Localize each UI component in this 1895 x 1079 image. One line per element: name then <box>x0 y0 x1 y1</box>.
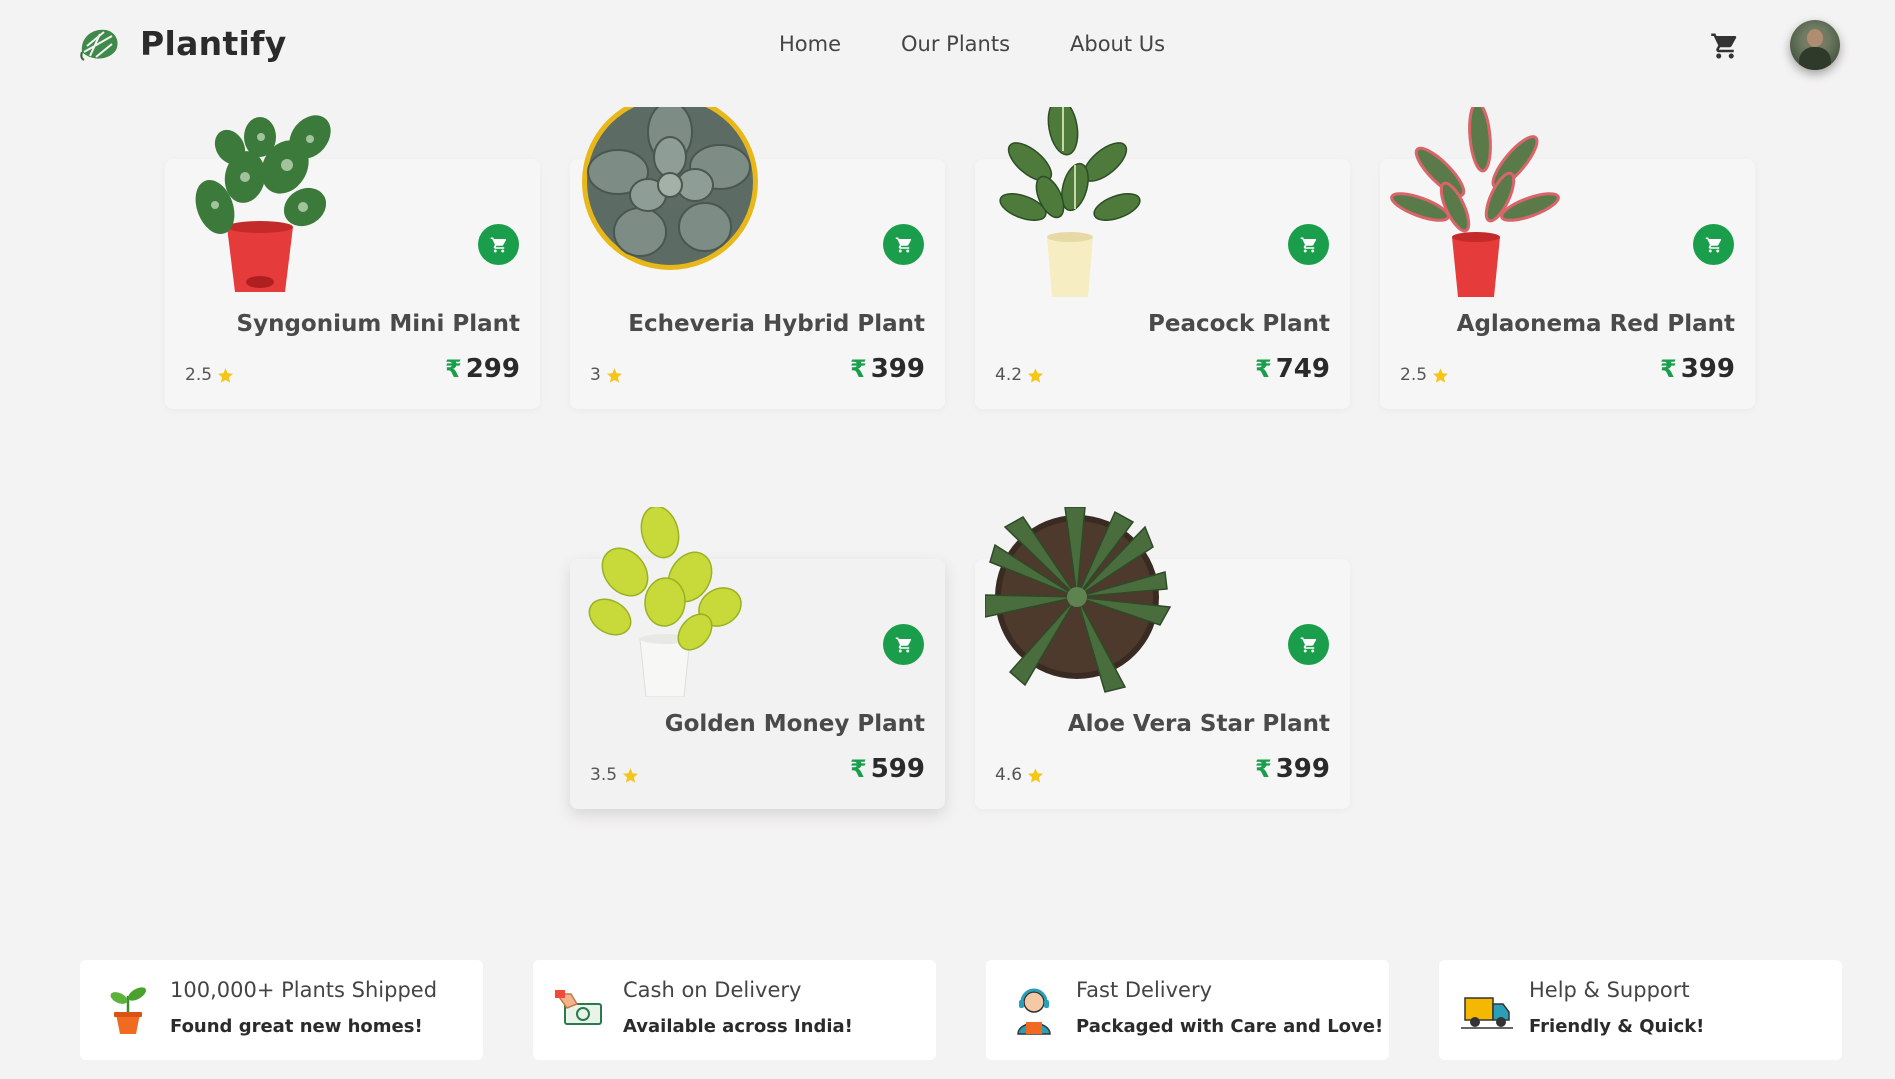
cash-hand-icon <box>555 990 602 1025</box>
product-card[interactable]: Aglaonema Red Plant 2.5 ₹ 399 <box>1380 107 1755 409</box>
product-card[interactable]: Syngonium Mini Plant 2.5 ₹ 299 <box>165 115 540 409</box>
delivery-truck-icon <box>1461 997 1513 1029</box>
nav-about-us-link[interactable]: About Us <box>1070 32 1165 56</box>
aloe-vera-star-plant-image <box>985 507 1172 693</box>
user-avatar[interactable] <box>1790 20 1840 70</box>
feature-card-cash-on-delivery: Cash on Delivery Available across India! <box>533 960 936 1060</box>
add-to-cart-button[interactable] <box>1288 224 1329 265</box>
product-price: ₹ 299 <box>445 354 520 384</box>
cart-icon[interactable] <box>1710 31 1740 61</box>
product-rating: 3.5 <box>590 765 639 785</box>
product-card[interactable]: Aloe Vera Star Plant 4.6 ₹ 399 <box>975 507 1350 809</box>
add-to-cart-button[interactable] <box>1693 224 1734 265</box>
rupee-icon: ₹ <box>850 355 867 383</box>
rupee-icon: ₹ <box>1660 355 1677 383</box>
aglaonema-plant-image <box>1390 107 1560 297</box>
feature-card-help-support: Help & Support Friendly & Quick! <box>1439 960 1842 1060</box>
golden-money-plant-image <box>588 507 742 697</box>
feature-title: Help & Support <box>1529 978 1690 1002</box>
feature-subtitle: Packaged with Care and Love! <box>1076 1016 1384 1037</box>
cart-icon <box>1300 237 1316 252</box>
add-to-cart-button[interactable] <box>883 624 924 665</box>
feature-card-plants-shipped: 100,000+ Plants Shipped Found great new … <box>80 960 483 1060</box>
product-name: Echeveria Hybrid Plant <box>628 311 925 337</box>
add-to-cart-button[interactable] <box>883 224 924 265</box>
brand-logo[interactable]: Plantify <box>78 24 287 63</box>
product-rating: 4.2 <box>995 365 1044 385</box>
price-value: 599 <box>870 754 925 784</box>
rating-value: 3 <box>590 365 601 385</box>
cart-icon <box>895 637 911 652</box>
support-agent-icon <box>1017 988 1051 1035</box>
product-name: Aloe Vera Star Plant <box>1067 711 1330 737</box>
feature-title: Cash on Delivery <box>623 978 802 1002</box>
feature-title: 100,000+ Plants Shipped <box>170 978 438 1002</box>
star-icon <box>218 367 233 383</box>
rating-value: 4.2 <box>995 365 1023 385</box>
feature-subtitle: Found great new homes! <box>170 1016 423 1037</box>
star-icon <box>1028 367 1043 383</box>
product-price: ₹ 399 <box>1255 754 1330 784</box>
rating-value: 4.6 <box>995 765 1023 785</box>
feature-subtitle: Friendly & Quick! <box>1529 1016 1705 1037</box>
product-card[interactable]: Golden Money Plant 3.5 ₹ 599 <box>570 507 945 809</box>
product-rating: 2.5 <box>185 365 234 385</box>
price-value: 749 <box>1275 354 1330 384</box>
rupee-icon: ₹ <box>1255 355 1272 383</box>
product-name: Peacock Plant <box>1148 311 1330 337</box>
top-navigation-bar: Plantify Home Our Plants About Us <box>0 0 1895 90</box>
rupee-icon: ₹ <box>445 355 462 383</box>
product-card[interactable]: Peacock Plant 4.2 ₹ 749 <box>975 107 1350 409</box>
rating-value: 2.5 <box>1400 365 1428 385</box>
product-name: Syngonium Mini Plant <box>236 311 520 337</box>
product-rating: 3 <box>590 365 623 385</box>
price-value: 399 <box>1275 754 1330 784</box>
star-icon <box>1028 767 1043 783</box>
rupee-icon: ₹ <box>1255 755 1272 783</box>
product-rating: 2.5 <box>1400 365 1449 385</box>
rating-value: 3.5 <box>590 765 618 785</box>
brand-name: Plantify <box>140 24 287 63</box>
peacock-plant-image <box>999 107 1141 297</box>
cart-icon <box>1300 637 1316 652</box>
product-price: ₹ 399 <box>1660 354 1735 384</box>
cart-icon <box>1705 237 1721 252</box>
cart-icon <box>895 237 911 252</box>
price-value: 399 <box>1680 354 1735 384</box>
product-name: Aglaonema Red Plant <box>1456 311 1735 337</box>
cart-icon <box>490 237 506 252</box>
product-price: ₹ 599 <box>850 754 925 784</box>
nav-our-plants-link[interactable]: Our Plants <box>901 32 1010 56</box>
product-rating: 4.6 <box>995 765 1044 785</box>
nav-home-link[interactable]: Home <box>779 32 841 56</box>
rating-value: 2.5 <box>185 365 213 385</box>
star-icon <box>623 767 638 783</box>
product-name: Golden Money Plant <box>664 711 925 737</box>
syngonium-plant-image <box>195 115 331 292</box>
feature-subtitle: Available across India! <box>623 1016 853 1037</box>
price-value: 299 <box>465 354 520 384</box>
monstera-leaf-icon <box>80 29 118 61</box>
product-price: ₹ 749 <box>1255 354 1330 384</box>
add-to-cart-button[interactable] <box>1288 624 1329 665</box>
potted-plant-icon <box>110 987 147 1034</box>
product-card[interactable]: Echeveria Hybrid Plant 3 ₹ 399 <box>570 107 945 409</box>
add-to-cart-button[interactable] <box>478 224 519 265</box>
rupee-icon: ₹ <box>850 755 867 783</box>
star-icon <box>606 367 622 383</box>
avatar-body <box>1799 47 1831 70</box>
main-nav: Home Our Plants About Us <box>779 32 1165 56</box>
star-icon <box>1433 367 1448 383</box>
avatar-face <box>1807 29 1823 47</box>
feature-title: Fast Delivery <box>1076 978 1213 1002</box>
price-value: 399 <box>870 354 925 384</box>
echeveria-plant-image <box>582 107 758 270</box>
product-price: ₹ 399 <box>850 354 925 384</box>
feature-card-fast-delivery: Fast Delivery Packaged with Care and Lov… <box>986 960 1389 1060</box>
